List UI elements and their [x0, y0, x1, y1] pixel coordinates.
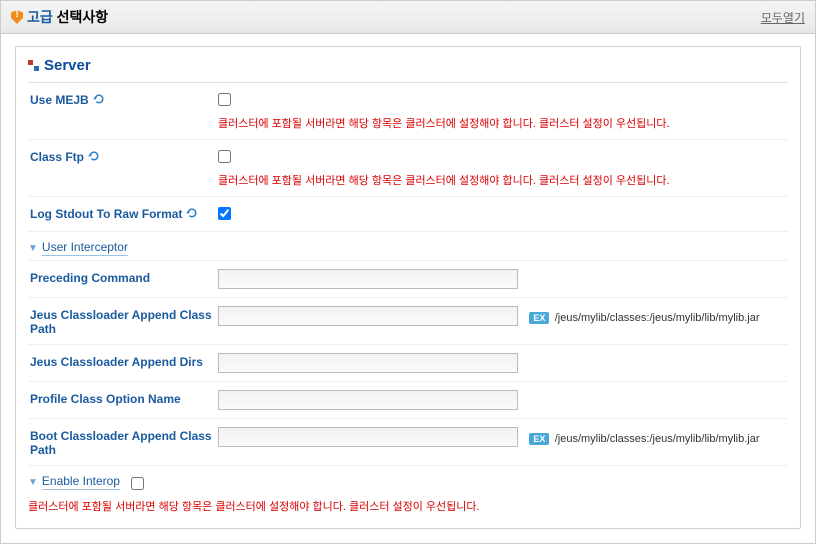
enable-interop-checkbox[interactable]	[131, 477, 144, 490]
value-jeus-append-dirs	[218, 353, 788, 373]
class-ftp-checkbox[interactable]	[218, 150, 231, 163]
value-profile-class-option	[218, 390, 788, 410]
jeus-append-dirs-input[interactable]	[218, 353, 518, 373]
refresh-icon[interactable]	[93, 93, 105, 105]
row-preceding-command: Preceding Command	[28, 260, 788, 297]
label-log-stdout-text: Log Stdout To Raw Format	[30, 207, 182, 221]
example-wrap: EX /jeus/mylib/classes:/jeus/mylib/lib/m…	[521, 310, 759, 324]
use-mejb-checkbox[interactable]	[218, 93, 231, 106]
value-class-ftp: 클러스터에 포함될 서버라면 해당 항목은 클러스터에 설정해야 합니다. 클러…	[218, 148, 788, 188]
label-boot-append-classpath: Boot Classloader Append Class Path	[28, 427, 218, 457]
label-jeus-append-dirs: Jeus Classloader Append Dirs	[28, 353, 218, 369]
section-user-interceptor-label: User Interceptor	[42, 240, 128, 256]
shield-icon	[11, 10, 23, 24]
title-advanced: 고급	[27, 9, 53, 25]
advanced-options-panel: 고급 선택사항 모두열기 Server Use MEJB	[0, 0, 816, 544]
header-bar: 고급 선택사항 모두열기	[1, 1, 815, 34]
log-stdout-checkbox[interactable]	[218, 207, 231, 220]
panel-title-text: Server	[44, 57, 91, 74]
page-title: 고급 선택사항	[27, 7, 108, 27]
open-all-link[interactable]: 모두열기	[761, 9, 805, 26]
row-profile-class-option: Profile Class Option Name	[28, 381, 788, 418]
value-use-mejb: 클러스터에 포함될 서버라면 해당 항목은 클러스터에 설정해야 합니다. 클러…	[218, 91, 788, 131]
value-log-stdout	[218, 205, 788, 223]
label-class-ftp-text: Class Ftp	[30, 150, 84, 164]
content-area: Server Use MEJB 클러스터에 포함될 서버라면 해당 항목은 클러…	[1, 34, 815, 543]
ex-text: /jeus/mylib/classes:/jeus/mylib/lib/myli…	[555, 312, 760, 324]
row-use-mejb: Use MEJB 클러스터에 포함될 서버라면 해당 항목은 클러스터에 설정해…	[28, 82, 788, 139]
preceding-command-input[interactable]	[218, 269, 518, 289]
example-wrap: EX /jeus/mylib/classes:/jeus/mylib/lib/m…	[521, 431, 759, 445]
row-jeus-append-dirs: Jeus Classloader Append Dirs	[28, 344, 788, 381]
boot-append-classpath-input[interactable]	[218, 427, 518, 447]
value-jeus-append-classpath: EX /jeus/mylib/classes:/jeus/mylib/lib/m…	[218, 306, 788, 326]
refresh-icon[interactable]	[88, 150, 100, 162]
section-user-interceptor[interactable]: ▼ User Interceptor	[28, 231, 788, 260]
refresh-icon[interactable]	[186, 207, 198, 219]
label-profile-class-option: Profile Class Option Name	[28, 390, 218, 406]
enable-interop-note: 클러스터에 포함될 서버라면 해당 항목은 클러스터에 설정해야 합니다. 클러…	[28, 498, 788, 514]
profile-class-option-input[interactable]	[218, 390, 518, 410]
section-enable-interop-label: Enable Interop	[42, 474, 120, 490]
server-icon	[28, 60, 40, 72]
server-panel: Server Use MEJB 클러스터에 포함될 서버라면 해당 항목은 클러…	[15, 46, 801, 529]
use-mejb-note: 클러스터에 포함될 서버라면 해당 항목은 클러스터에 설정해야 합니다. 클러…	[218, 115, 788, 131]
section-enable-interop[interactable]: ▼ Enable Interop	[28, 465, 788, 494]
row-class-ftp: Class Ftp 클러스터에 포함될 서버라면 해당 항목은 클러스터에 설정…	[28, 139, 788, 196]
chevron-down-icon: ▼	[28, 477, 38, 488]
value-preceding-command	[218, 269, 788, 289]
row-boot-append-classpath: Boot Classloader Append Class Path EX /j…	[28, 418, 788, 465]
panel-title: Server	[28, 47, 788, 82]
label-class-ftp: Class Ftp	[28, 148, 218, 164]
label-preceding-command: Preceding Command	[28, 269, 218, 285]
value-boot-append-classpath: EX /jeus/mylib/classes:/jeus/mylib/lib/m…	[218, 427, 788, 447]
row-log-stdout: Log Stdout To Raw Format	[28, 196, 788, 231]
ex-tag: EX	[529, 433, 549, 445]
class-ftp-note: 클러스터에 포함될 서버라면 해당 항목은 클러스터에 설정해야 합니다. 클러…	[218, 172, 788, 188]
header-left: 고급 선택사항	[11, 7, 108, 27]
label-use-mejb: Use MEJB	[28, 91, 218, 107]
jeus-append-classpath-input[interactable]	[218, 306, 518, 326]
title-selection: 선택사항	[57, 9, 109, 25]
ex-tag: EX	[529, 312, 549, 324]
label-log-stdout: Log Stdout To Raw Format	[28, 205, 218, 221]
row-jeus-append-classpath: Jeus Classloader Append Class Path EX /j…	[28, 297, 788, 344]
label-use-mejb-text: Use MEJB	[30, 93, 89, 107]
chevron-down-icon: ▼	[28, 243, 38, 254]
ex-text: /jeus/mylib/classes:/jeus/mylib/lib/myli…	[555, 433, 760, 445]
label-jeus-append-classpath: Jeus Classloader Append Class Path	[28, 306, 218, 336]
